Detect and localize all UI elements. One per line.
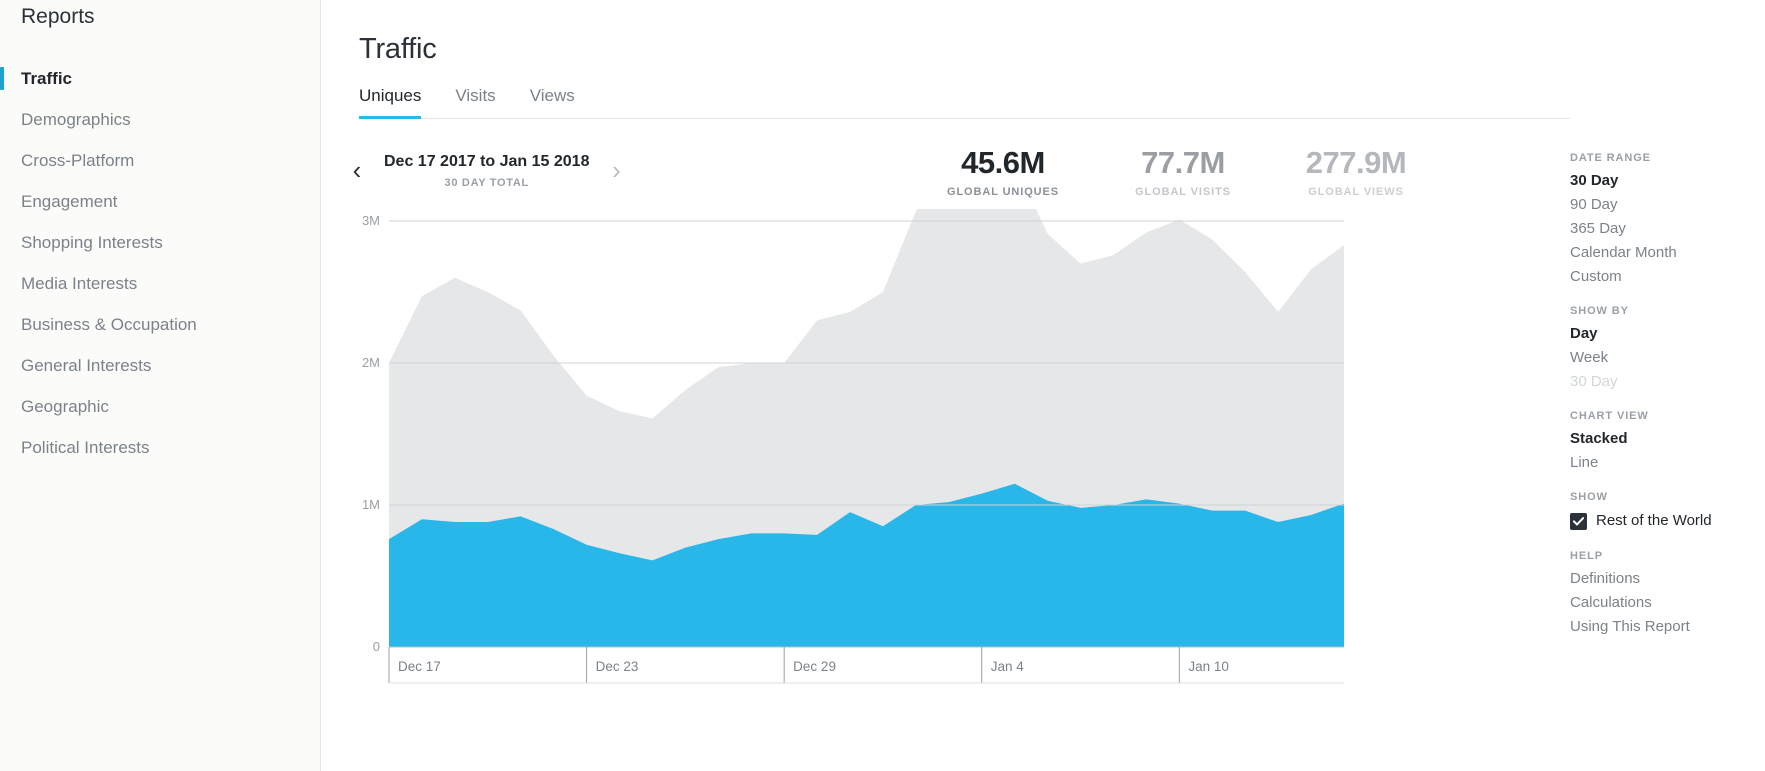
help-link-using-this-report[interactable]: Using This Report: [1570, 615, 1765, 639]
page-header: Traffic: [321, 0, 1765, 66]
left-sidebar: Reports Traffic Demographics Cross-Platfor…: [0, 0, 321, 771]
option-group-heading: HELP: [1570, 550, 1765, 562]
stat-value: 77.7M: [1103, 145, 1263, 181]
rest-of-world-checkbox-row[interactable]: Rest of the World: [1570, 508, 1765, 534]
sidebar-item-media-interests[interactable]: Media Interests: [0, 263, 320, 304]
option-calendar-month[interactable]: Calendar Month: [1570, 241, 1765, 265]
sidebar-title: Reports: [0, 2, 320, 32]
x-axis-tick-label: Jan 10: [1188, 659, 1229, 674]
sidebar-item-traffic[interactable]: Traffic: [0, 58, 320, 99]
option-group-heading: SHOW BY: [1570, 305, 1765, 317]
main-content: Traffic Uniques Visits Views ‹ Dec 17 2017…: [321, 0, 1765, 771]
stat-global-visits[interactable]: 77.7M GLOBAL VISITS: [1103, 145, 1263, 198]
sidebar-item-label: Geographic: [21, 397, 109, 416]
sidebar-item-general-interests[interactable]: General Interests: [0, 345, 320, 386]
option-group-show-by: SHOW BY DayWeek30 Day: [1570, 305, 1765, 394]
help-link-calculations[interactable]: Calculations: [1570, 591, 1765, 615]
x-axis-tick-label: Dec 23: [596, 659, 639, 674]
page-title: Traffic: [359, 33, 1765, 66]
date-range-block: Dec 17 2017 to Jan 15 2018 30 DAY TOTAL: [384, 152, 589, 189]
option-365-day[interactable]: 365 Day: [1570, 217, 1765, 241]
option-group-heading: DATE RANGE: [1570, 152, 1765, 164]
option-group-heading: SHOW: [1570, 491, 1765, 503]
option-custom[interactable]: Custom: [1570, 265, 1765, 289]
help-link-definitions[interactable]: Definitions: [1570, 567, 1765, 591]
tab-visits[interactable]: Visits: [455, 86, 495, 119]
summary-row: ‹ Dec 17 2017 to Jan 15 2018 30 DAY TOTA…: [321, 119, 1765, 197]
option-30-day: 30 Day: [1570, 370, 1765, 394]
sidebar-item-business-occupation[interactable]: Business & Occupation: [0, 304, 320, 345]
option-day[interactable]: Day: [1570, 322, 1765, 346]
sidebar-item-engagement[interactable]: Engagement: [0, 181, 320, 222]
sidebar-item-label: Engagement: [21, 192, 117, 211]
traffic-chart[interactable]: 3M2M1M0Dec 17Dec 23Dec 29Jan 4Jan 10 Qua…: [344, 209, 1765, 709]
tab-bar: Uniques Visits Views: [359, 85, 1765, 119]
chart-options-panel: DATE RANGE30 Day90 Day365 DayCalendar Mo…: [1570, 0, 1765, 771]
sidebar-item-political-interests[interactable]: Political Interests: [0, 427, 320, 468]
sidebar-item-shopping-interests[interactable]: Shopping Interests: [0, 222, 320, 263]
option-group-show: SHOW Rest of the World: [1570, 491, 1765, 534]
option-30-day[interactable]: 30 Day: [1570, 169, 1765, 193]
option-group-heading: CHART VIEW: [1570, 410, 1765, 422]
sidebar-item-label: General Interests: [21, 356, 151, 375]
x-axis-tick-label: Jan 4: [991, 659, 1025, 674]
option-line[interactable]: Line: [1570, 451, 1765, 475]
option-group-chart-view: CHART VIEW StackedLine: [1570, 410, 1765, 475]
sidebar-item-label: Media Interests: [21, 274, 137, 293]
tab-uniques[interactable]: Uniques: [359, 86, 421, 119]
option-week[interactable]: Week: [1570, 346, 1765, 370]
date-navigator: ‹ Dec 17 2017 to Jan 15 2018 30 DAY TOTA…: [344, 152, 629, 189]
stat-value: 45.6M: [923, 145, 1083, 181]
option-90-day[interactable]: 90 Day: [1570, 193, 1765, 217]
y-axis-tick-label: 0: [373, 639, 380, 654]
sidebar-item-demographics[interactable]: Demographics: [0, 99, 320, 140]
app-root: Reports Traffic Demographics Cross-Platfor…: [0, 0, 1765, 771]
stat-global-views[interactable]: 277.9M GLOBAL VIEWS: [1271, 145, 1441, 198]
stat-value: 277.9M: [1271, 145, 1441, 181]
date-range-sublabel: 30 DAY TOTAL: [384, 177, 589, 189]
traffic-area-chart-svg[interactable]: 3M 2M 1M 0 Dec 17 Dec 23 Dec 29 Jan 4 Jan 10: [344, 209, 1404, 709]
x-axis-tick-label: Dec 17: [398, 659, 441, 674]
sidebar-item-label: Traffic: [21, 69, 72, 88]
option-group-date-range: DATE RANGE 30 Day90 Day365 DayCalendar Mo…: [1570, 152, 1765, 289]
option-stacked[interactable]: Stacked: [1570, 427, 1765, 451]
sidebar-item-geographic[interactable]: Geographic: [0, 386, 320, 427]
sidebar-item-label: Shopping Interests: [21, 233, 163, 252]
rest-of-world-label: Rest of the World: [1596, 508, 1712, 534]
stat-label: GLOBAL VIEWS: [1271, 186, 1441, 198]
stat-label: GLOBAL UNIQUES: [923, 186, 1083, 198]
y-axis-tick-label: 1M: [362, 497, 380, 512]
sidebar-item-label: Cross-Platform: [21, 151, 134, 170]
option-group-help: HELP DefinitionsCalculationsUsing This Re…: [1570, 550, 1765, 639]
sidebar-item-label: Business & Occupation: [21, 315, 197, 334]
stat-label: GLOBAL VISITS: [1103, 186, 1263, 198]
sidebar-item-label: Political Interests: [21, 438, 150, 457]
chevron-right-icon[interactable]: ›: [603, 156, 629, 186]
tab-views[interactable]: Views: [530, 86, 575, 119]
date-range-label: Dec 17 2017 to Jan 15 2018: [384, 152, 589, 172]
x-axis-tick-label: Dec 29: [793, 659, 836, 674]
active-indicator: [0, 67, 4, 90]
checkmark-icon[interactable]: [1570, 513, 1587, 530]
sidebar-item-label: Demographics: [21, 110, 131, 129]
sidebar-item-cross-platform[interactable]: Cross-Platform: [0, 140, 320, 181]
y-axis-tick-label: 2M: [362, 355, 380, 370]
stat-global-uniques[interactable]: 45.6M GLOBAL UNIQUES: [923, 145, 1083, 198]
chevron-left-icon[interactable]: ‹: [344, 156, 370, 186]
y-axis-tick-label: 3M: [362, 213, 380, 228]
sidebar-nav: Traffic Demographics Cross-Platform Engagem…: [0, 58, 320, 468]
